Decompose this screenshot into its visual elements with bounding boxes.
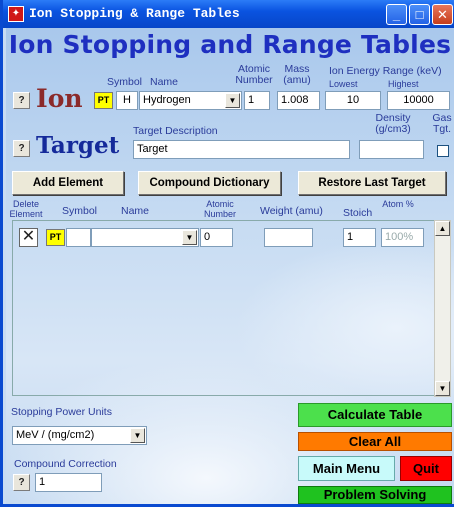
window-title: Ion Stopping & Range Tables [29,6,240,21]
element-atomic-number-input[interactable]: 0 [200,228,233,247]
element-name-select[interactable]: ▼ [91,228,199,247]
element-stoich-input[interactable]: 1 [343,228,376,247]
gas-target-checkbox[interactable] [437,145,449,157]
element-weight-input[interactable] [264,228,313,247]
clear-all-button[interactable]: Clear All [298,432,452,451]
stopping-units-select[interactable]: MeV / (mg/cm2) ▼ [12,426,147,445]
element-table: ✕ PT ▼ 0 1 100% [12,220,436,396]
chevron-down-icon[interactable]: ▼ [130,428,145,443]
target-density-input[interactable] [359,140,424,159]
col-stoich: Stoich [343,207,373,219]
chevron-down-icon[interactable]: ▼ [182,230,197,245]
ion-periodic-table-button[interactable]: PT [94,92,113,109]
ion-heading: Ion [36,84,83,113]
app-window: ✦ Ion Stopping & Range Tables _ □ ✕ Ion … [0,0,454,507]
ion-energy-highest-label: Highest [388,79,419,89]
stopping-units-label: Stopping Power Units [11,406,112,418]
ion-symbol-label: Symbol [107,76,143,88]
element-periodic-table-button[interactable]: PT [46,229,65,246]
col-weight: Weight (amu) [260,205,323,217]
delete-element-button[interactable]: ✕ [19,228,38,247]
target-heading: Target [36,132,120,159]
page-title: Ion Stopping and Range Tables [8,30,452,59]
col-atomic-number: Atomic Number [203,199,236,219]
ion-help-button[interactable]: ? [13,92,30,109]
client-area: Ion Stopping and Range Tables Symbol Nam… [6,28,454,504]
ion-energy-lowest-input[interactable]: 10 [325,91,381,110]
title-bar[interactable]: ✦ Ion Stopping & Range Tables _ □ ✕ [3,0,454,28]
close-button[interactable]: ✕ [432,4,453,25]
stopping-units-value: MeV / (mg/cm2) [16,429,95,441]
ion-name-value: Hydrogen [143,94,191,106]
minimize-button[interactable]: _ [386,4,407,25]
compound-correction-input[interactable]: 1 [35,473,102,492]
ion-mass-input[interactable]: 1.008 [277,91,320,110]
ion-mass-label: Mass (amu) [283,63,311,86]
ion-energy-lowest-label: Lowest [329,79,358,89]
gas-target-label: Gas Tgt. [432,112,452,135]
ion-name-label: Name [150,76,179,88]
scroll-down-icon[interactable]: ▼ [435,381,450,396]
target-description-label: Target Description [133,125,218,137]
add-element-button[interactable]: Add Element [12,171,124,195]
element-atom-percent-field: 100% [381,228,424,247]
col-name: Name [121,205,150,217]
element-symbol-input[interactable] [66,228,91,247]
compound-correction-help-button[interactable]: ? [13,474,30,491]
target-description-input[interactable]: Target [133,140,350,159]
quit-button[interactable]: Quit [400,456,452,481]
ion-atomic-number-label: Atomic Number [235,63,273,86]
table-scrollbar[interactable]: ▲ ▼ [434,220,451,397]
main-menu-button[interactable]: Main Menu [298,456,395,481]
ion-name-select[interactable]: Hydrogen ▼ [139,91,242,110]
restore-last-target-button[interactable]: Restore Last Target [298,171,446,195]
target-help-button[interactable]: ? [13,140,30,157]
problem-solving-button[interactable]: Problem Solving [298,486,452,504]
ion-energy-highest-input[interactable]: 10000 [387,91,450,110]
app-icon: ✦ [8,6,24,22]
ion-atomic-number-input[interactable]: 1 [244,91,270,110]
col-atom-percent: Atom % [382,199,414,209]
maximize-button[interactable]: □ [409,4,430,25]
chevron-down-icon[interactable]: ▼ [225,93,240,108]
col-delete-element: Delete Element [9,199,43,219]
compound-dictionary-button[interactable]: Compound Dictionary [138,171,281,195]
compound-correction-label: Compound Correction [14,458,117,470]
ion-symbol-input[interactable]: H [116,91,138,110]
scroll-up-icon[interactable]: ▲ [435,221,450,236]
calculate-table-button[interactable]: Calculate Table [298,403,452,427]
ion-energy-range-label: Ion Energy Range (keV) [329,65,442,77]
target-density-label: Density (g/cm3) [375,112,411,135]
col-symbol: Symbol [62,205,98,217]
